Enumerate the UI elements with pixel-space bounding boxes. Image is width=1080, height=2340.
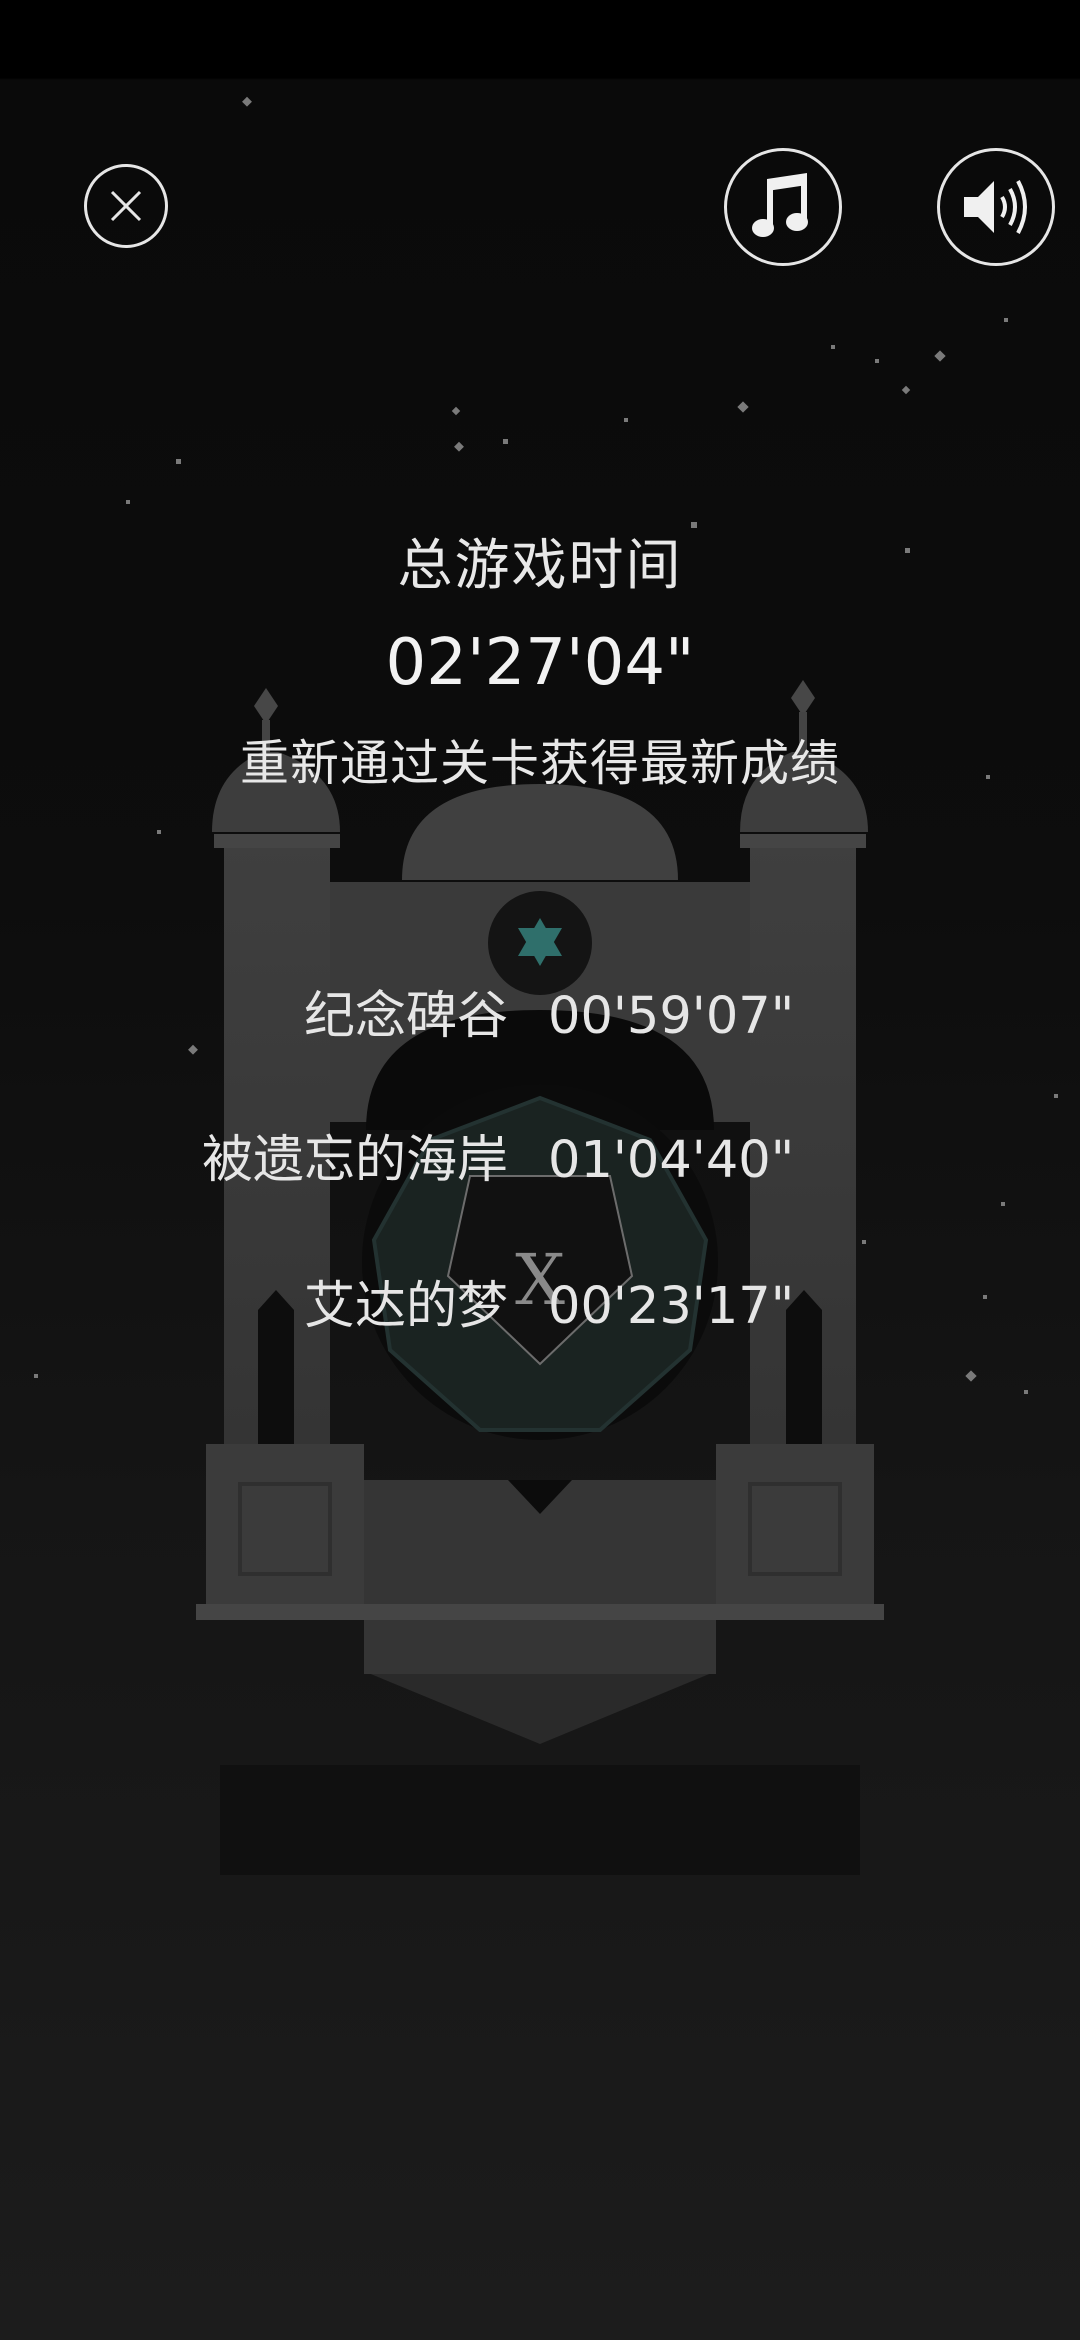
level-name: 被遗忘的海岸 xyxy=(201,1131,508,1190)
monument-body xyxy=(330,784,750,1130)
replay-hint-text: 重新通过关卡获得最新成绩 xyxy=(239,735,840,792)
level-time: 00'23'17" xyxy=(548,1277,795,1336)
total-play-time-value: 02'27'04" xyxy=(385,626,695,700)
level-time: 01'04'40" xyxy=(548,1131,795,1190)
sound-toggle-button[interactable] xyxy=(937,148,1055,266)
level-name: 纪念碑谷 xyxy=(303,987,508,1046)
level-name: 艾达的梦 xyxy=(303,1277,508,1336)
close-icon xyxy=(106,186,146,226)
level-time-row: 被遗忘的海岸 01'04'40" xyxy=(0,1126,1080,1196)
game-summary-screen: X 总游戏时间 02'27'04" 重新通过关卡获得最新成绩 纪念碑谷 00'5… xyxy=(0,0,1080,2340)
total-play-time-title: 总游戏时间 xyxy=(397,533,683,597)
level-time-row: 纪念碑谷 00'59'07" xyxy=(0,982,1080,1052)
monument-base xyxy=(196,1444,884,1674)
close-button[interactable] xyxy=(84,164,168,248)
speaker-icon xyxy=(960,175,1032,239)
level-time-row: 艾达的梦 00'23'17" xyxy=(0,1272,1080,1342)
music-toggle-button[interactable] xyxy=(724,148,842,266)
level-time: 00'59'07" xyxy=(548,987,795,1046)
music-note-icon xyxy=(751,173,815,241)
